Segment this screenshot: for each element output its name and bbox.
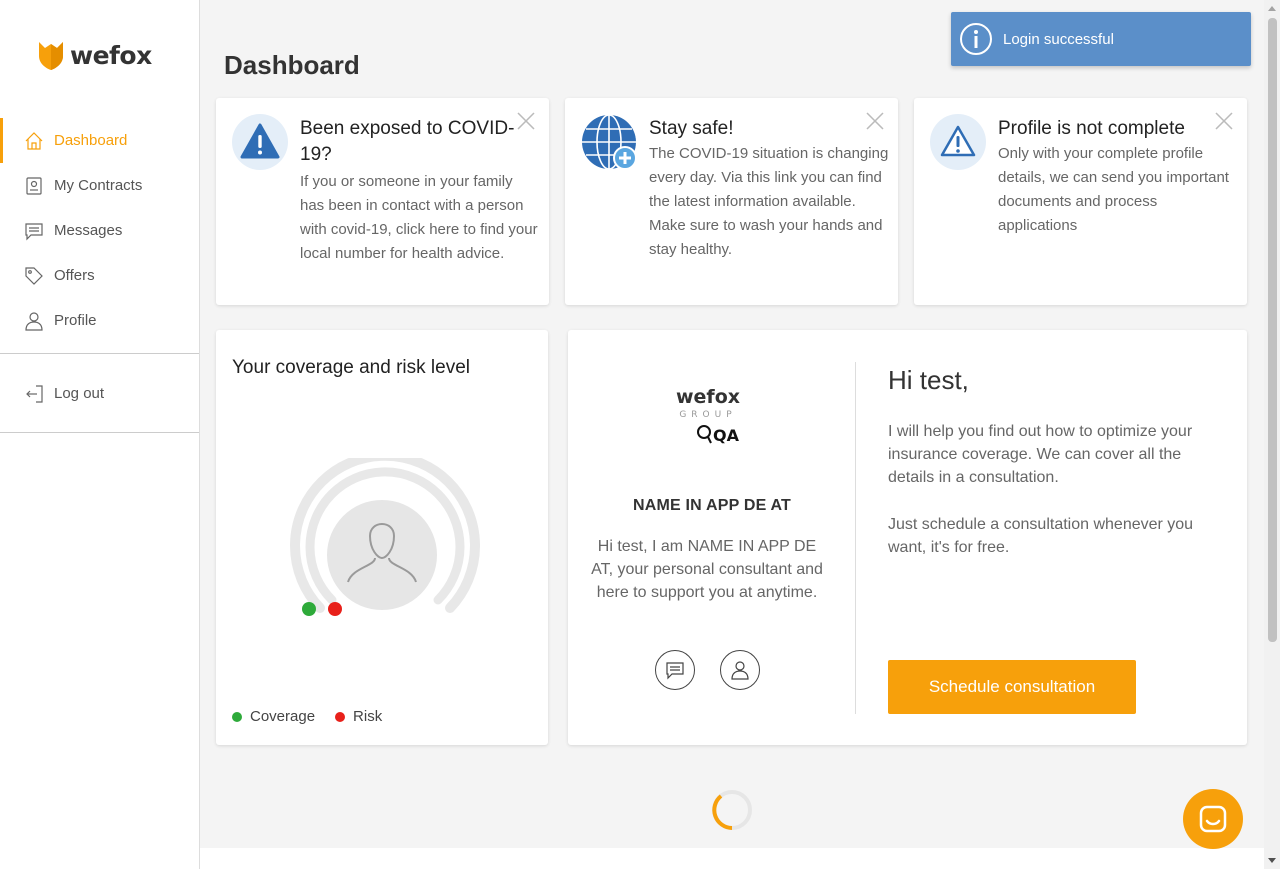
logout-icon xyxy=(24,384,44,404)
alert-title: Profile is not complete xyxy=(998,118,1185,139)
info-icon xyxy=(960,23,992,55)
nav-item-my-contracts[interactable]: My Contracts xyxy=(0,163,199,208)
legend-coverage: Coverage xyxy=(232,708,315,725)
nav-item-dashboard[interactable]: Dashboard xyxy=(0,118,199,163)
user-icon xyxy=(24,311,44,331)
pitch-text-2: Just schedule a consultation whenever yo… xyxy=(888,516,1194,556)
main-nav: Dashboard My Contracts Messages Offers P… xyxy=(0,118,199,343)
schedule-consultation-button[interactable]: Schedule consultation xyxy=(888,660,1136,714)
gauge-legend: Coverage Risk xyxy=(232,708,382,725)
wefox-logo[interactable]: wefox xyxy=(38,40,152,70)
avatar-placeholder xyxy=(327,500,437,610)
chat-launcher-button[interactable] xyxy=(1183,789,1243,849)
consultant-card: wefox GROUP QA NAME IN APP DE AT Hi test… xyxy=(568,330,1247,745)
page-scrollbar[interactable] xyxy=(1264,0,1280,869)
greeting: Hi test, xyxy=(888,365,969,395)
stay-safe-card[interactable]: Stay safe! The COVID-19 situation is cha… xyxy=(565,98,898,305)
login-toast[interactable]: Login successful xyxy=(951,12,1251,66)
covid-exposure-card[interactable]: Been exposed to COVID-19? If you or some… xyxy=(216,98,549,305)
profile-incomplete-card[interactable]: Profile is not complete Only with your c… xyxy=(914,98,1247,305)
legend-coverage-label: Coverage xyxy=(250,708,316,725)
footer-strip xyxy=(200,848,1264,869)
page-title: Dashboard xyxy=(224,50,360,80)
close-icon[interactable] xyxy=(517,112,535,130)
logout-section: Log out xyxy=(0,371,199,416)
message-consultant-button[interactable] xyxy=(655,650,695,690)
logout-button[interactable]: Log out xyxy=(0,371,199,416)
nav-item-messages[interactable]: Messages xyxy=(0,208,199,253)
nav-item-profile[interactable]: Profile xyxy=(0,298,199,343)
consultant-profile-button[interactable] xyxy=(720,650,760,690)
alert-body: Only with your complete profile details,… xyxy=(998,145,1229,234)
nav-label-my-contracts: My Contracts xyxy=(54,177,143,194)
coverage-gauge xyxy=(290,458,480,616)
coverage-title: Your coverage and risk level xyxy=(232,357,470,378)
warning-outline-icon xyxy=(930,114,986,170)
risk-dot xyxy=(335,711,346,722)
nav-label-dashboard: Dashboard xyxy=(54,132,128,149)
legend-risk-label: Risk xyxy=(353,708,383,725)
scroll-down-icon[interactable] xyxy=(1264,853,1280,869)
pitch-text-1: I will help you find out how to optimize… xyxy=(888,423,1193,486)
legend-risk: Risk xyxy=(335,708,382,725)
scroll-up-icon[interactable] xyxy=(1264,0,1280,16)
scroll-thumb[interactable] xyxy=(1268,18,1277,642)
fox-shield-icon xyxy=(39,42,63,70)
message-icon xyxy=(666,662,684,680)
coverage-marker xyxy=(302,602,316,616)
nav-label-offers: Offers xyxy=(54,267,95,284)
nav-label-profile: Profile xyxy=(54,312,97,329)
card-divider xyxy=(855,362,856,714)
alert-title: Stay safe! xyxy=(649,118,734,139)
alert-body: If you or someone in your family has bee… xyxy=(300,173,538,262)
nav-item-offers[interactable]: Offers xyxy=(0,253,199,298)
coverage-card: Your coverage and risk level Coverage Ri… xyxy=(216,330,548,745)
contract-icon xyxy=(24,176,44,196)
qa-logo-wordmark: wefox xyxy=(676,386,740,408)
logo-wordmark: wefox xyxy=(70,40,152,70)
chat-icon xyxy=(1199,805,1227,833)
loading-spinner-icon xyxy=(712,790,752,830)
coverage-dot xyxy=(232,711,242,722)
close-icon[interactable] xyxy=(866,112,884,130)
qa-logo-sub: GROUP xyxy=(679,410,736,420)
toast-message: Login successful xyxy=(1003,30,1114,48)
alert-title: Been exposed to COVID-19? xyxy=(300,118,515,165)
nav-label-messages: Messages xyxy=(54,222,123,239)
nav-divider-bottom xyxy=(0,432,199,433)
user-icon xyxy=(731,661,749,680)
tag-icon xyxy=(24,266,44,286)
close-icon[interactable] xyxy=(1215,112,1233,130)
qa-logo-tag: QA xyxy=(713,426,740,445)
logout-label: Log out xyxy=(54,385,105,402)
alert-body: The COVID-19 situation is changing every… xyxy=(649,145,889,258)
globe-plus-icon xyxy=(582,114,637,170)
consultant-intro: Hi test, I am NAME IN APP DE AT, your pe… xyxy=(591,538,823,601)
consultant-name: NAME IN APP DE AT xyxy=(632,497,792,514)
home-icon xyxy=(24,131,44,151)
nav-divider xyxy=(0,353,199,354)
message-icon xyxy=(24,221,44,241)
warning-icon xyxy=(232,114,288,170)
consultant-avatar: wefox GROUP QA xyxy=(676,386,740,445)
sidebar: wefox Dashboard My Contracts Messages Of… xyxy=(0,0,200,869)
risk-marker xyxy=(328,602,342,616)
